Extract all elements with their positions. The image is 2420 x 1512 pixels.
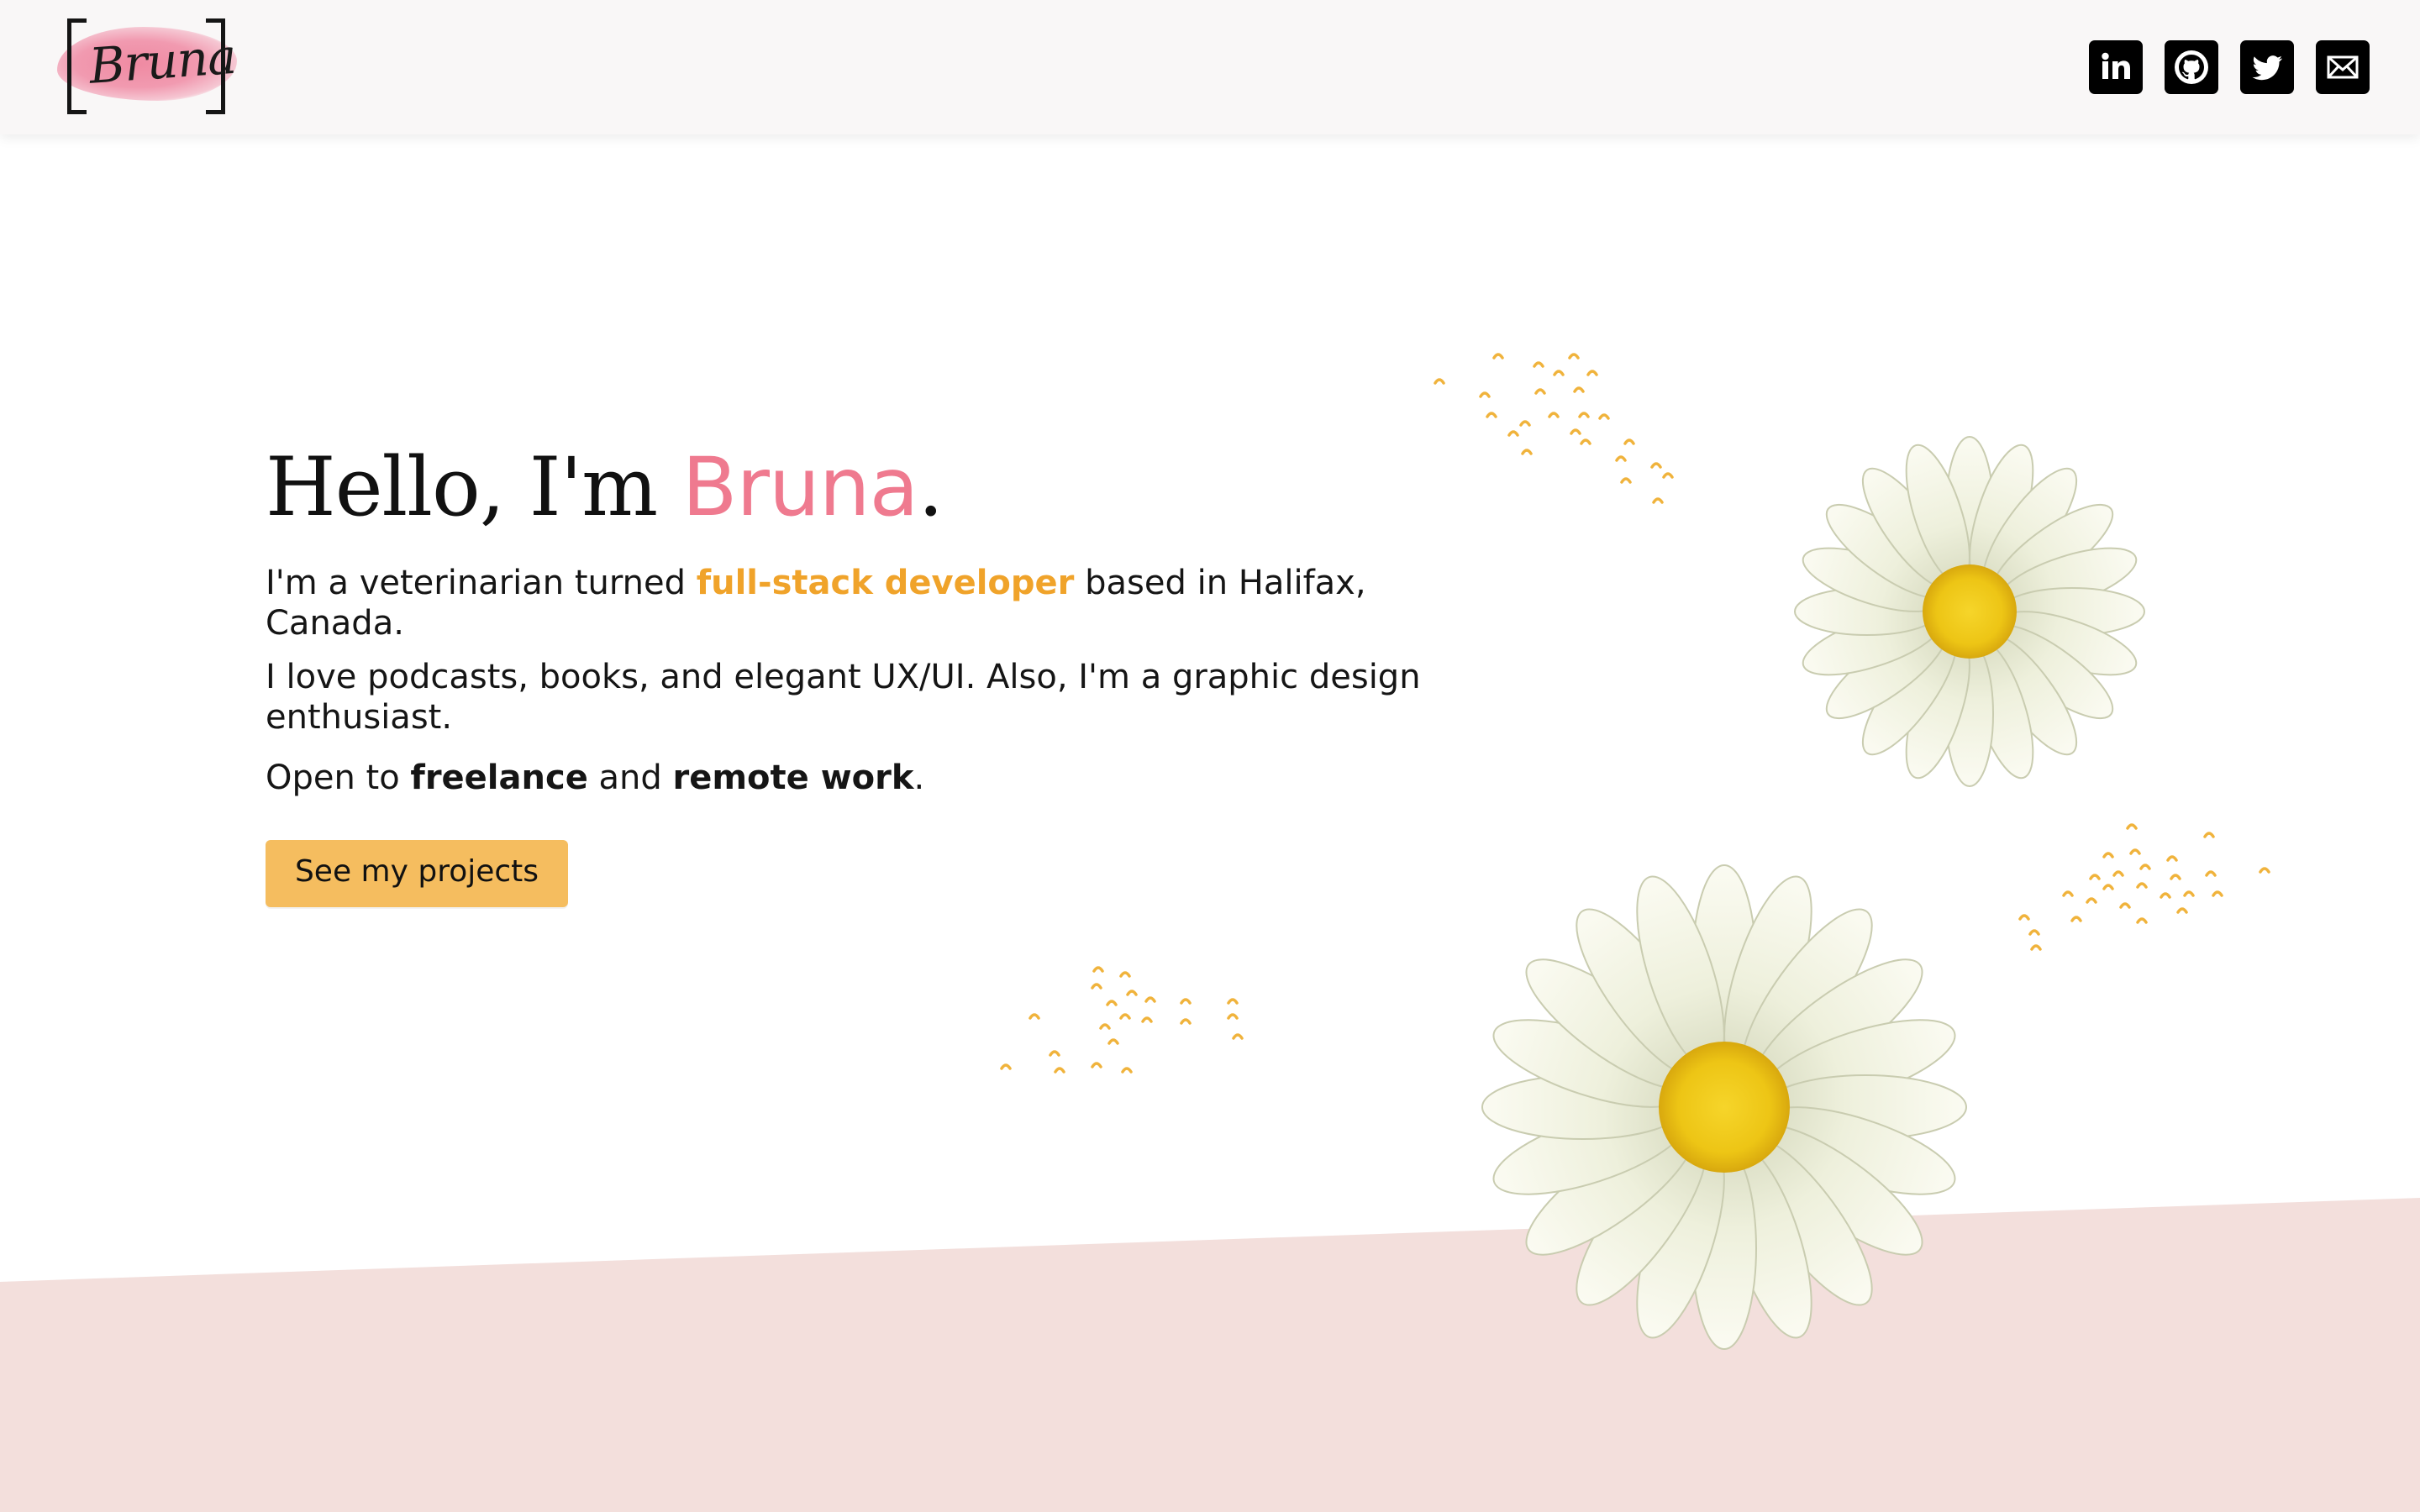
twitter-icon[interactable]: [2240, 40, 2294, 94]
greeting-name: Bruna: [681, 440, 919, 534]
intro-line: I'm a veterinarian turned full-stack dev…: [266, 563, 1492, 643]
role-highlight: full-stack developer: [696, 564, 1075, 602]
logo-left-bracket: [67, 18, 87, 114]
email-icon[interactable]: [2316, 40, 2370, 94]
social-links: [2089, 40, 2370, 94]
pink-band: [0, 1198, 2420, 1512]
dots-cluster-3: [1000, 966, 1244, 1074]
dots-cluster-2: [2018, 823, 2270, 951]
daisy-top: [1794, 436, 2145, 787]
availability-line: Open to freelance and remote work.: [266, 758, 1492, 798]
hero-section: Hello, I'm Bruna. I'm a veterinarian tur…: [266, 437, 1492, 907]
see-projects-button[interactable]: See my projects: [266, 840, 568, 907]
top-navbar: Bruna: [0, 0, 2420, 134]
greeting-prefix: Hello, I'm: [266, 440, 682, 534]
availability-freelance: freelance: [410, 759, 588, 797]
interests-line: I love podcasts, books, and elegant UX/U…: [266, 658, 1421, 737]
logo-text: Bruna: [87, 27, 238, 95]
intro-text-a: I'm a veterinarian turned: [266, 564, 697, 602]
availability-text-c: and: [587, 759, 673, 797]
greeting-suffix: .: [918, 440, 943, 534]
greeting-heading: Hello, I'm Bruna.: [266, 437, 1492, 538]
availability-text-e: .: [913, 759, 925, 797]
linkedin-icon[interactable]: [2089, 40, 2143, 94]
availability-text-a: Open to: [266, 759, 411, 797]
github-icon[interactable]: [2165, 40, 2218, 94]
logo[interactable]: Bruna: [52, 15, 242, 114]
availability-remote: remote work: [672, 759, 914, 797]
